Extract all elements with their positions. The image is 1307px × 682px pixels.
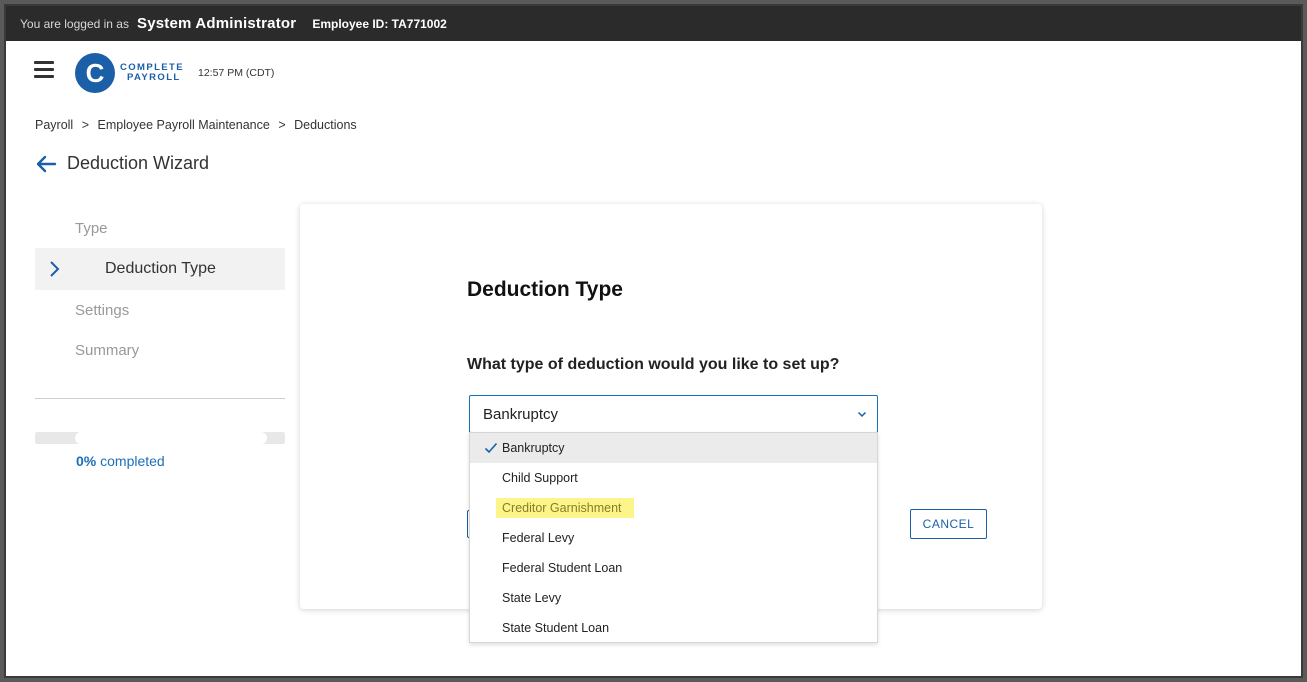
option-label: Federal Levy [502,531,575,545]
breadcrumb-separator: > [81,118,90,132]
current-time: 12:57 PM (CDT) [198,67,275,79]
breadcrumb-employee-payroll-maintenance[interactable]: Employee Payroll Maintenance [98,118,270,132]
select-value: Bankruptcy [483,405,559,423]
page-title: Deduction Wizard [35,153,209,174]
deduction-type-dropdown: Bankruptcy Child Support Creditor Garnis… [469,432,878,643]
breadcrumb: Payroll > Employee Payroll Maintenance >… [35,118,357,132]
user-name: System Administrator [136,15,297,32]
option-federal-student-loan[interactable]: Federal Student Loan [470,553,877,583]
option-label: Creditor Garnishment [496,498,634,518]
deduction-type-select[interactable]: Bankruptcy [469,395,878,433]
app-window: You are logged in as System Administrato… [4,4,1303,678]
option-label: Federal Student Loan [502,561,623,575]
option-child-support[interactable]: Child Support [470,463,877,493]
progress-label: completed [100,453,165,469]
option-label: State Student Loan [502,621,610,635]
progress-text: 0% completed [76,453,165,469]
breadcrumb-deductions: Deductions [294,118,357,132]
wizard-step-settings[interactable]: Settings [35,290,285,330]
wizard-step-deduction-type[interactable]: Deduction Type [35,248,285,290]
deduction-question: What type of deduction would you like to… [467,356,840,373]
back-arrow-icon[interactable] [35,154,57,174]
hamburger-menu-icon[interactable] [34,61,54,79]
chevron-down-icon [857,411,867,418]
top-bar: You are logged in as System Administrato… [6,6,1301,41]
option-label: State Levy [502,591,562,605]
option-state-levy[interactable]: State Levy [470,583,877,613]
progress-bar [35,432,285,444]
check-icon [484,442,498,454]
option-label: Bankruptcy [502,441,565,455]
wizard-step-summary[interactable]: Summary [35,330,285,370]
company-logo[interactable]: C COMPLETE PAYROLL [75,53,184,93]
card-title: Deduction Type [467,278,623,301]
option-bankruptcy[interactable]: Bankruptcy [470,433,877,463]
steps-divider [35,398,285,399]
chevron-right-icon [50,261,60,277]
option-label: Child Support [502,471,578,485]
option-federal-levy[interactable]: Federal Levy [470,523,877,553]
progress-track [75,432,267,444]
logged-in-label: You are logged in as [20,16,129,31]
wizard-step-type[interactable]: Type [35,208,285,248]
logo-text-line2: PAYROLL [127,72,181,83]
breadcrumb-separator: > [278,118,286,132]
employee-id: Employee ID: TA771002 [312,16,447,31]
page-title-text: Deduction Wizard [67,153,210,173]
cancel-button[interactable]: CANCEL [910,509,987,539]
wizard-steps: Type Deduction Type Settings Summary [35,208,285,370]
wizard-step-label: Deduction Type [105,260,216,277]
progress-value: 0% [76,453,97,469]
option-creditor-garnishment[interactable]: Creditor Garnishment [470,493,877,523]
logo-text: COMPLETE PAYROLL [120,63,184,83]
option-state-student-loan[interactable]: State Student Loan [470,613,877,643]
breadcrumb-payroll[interactable]: Payroll [35,118,73,132]
logo-mark: C [75,53,115,93]
